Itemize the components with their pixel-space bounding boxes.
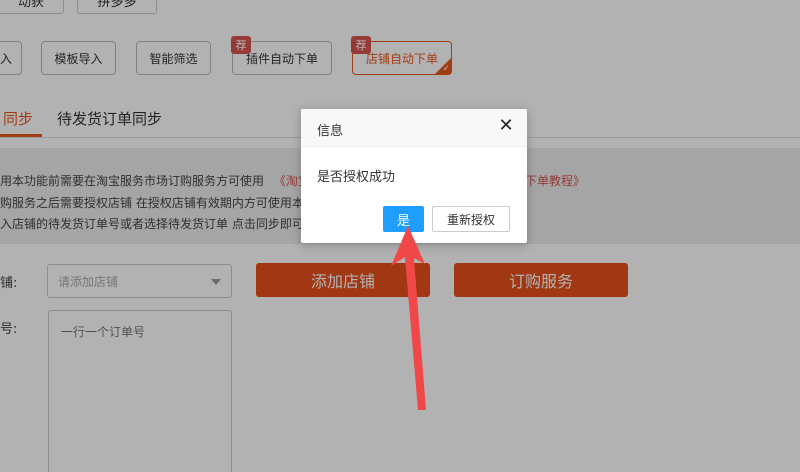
dialog-title: 信息 [317, 124, 344, 139]
dialog-header: 信息 ✕ [301, 109, 527, 147]
confirm-yes-button[interactable]: 是 [383, 206, 424, 232]
reauthorize-button[interactable]: 重新授权 [432, 206, 510, 232]
close-icon[interactable]: ✕ [497, 117, 515, 135]
auth-confirm-dialog: 信息 ✕ 是否授权成功 是 重新授权 [301, 109, 527, 243]
dialog-message: 是否授权成功 [317, 170, 396, 185]
